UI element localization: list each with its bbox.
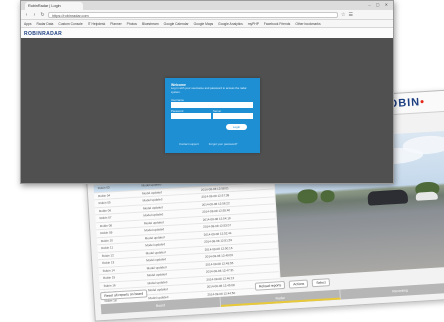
browser-tab[interactable]: RobinRadar | Login [25, 2, 83, 10]
row-time: 2014-09-08 12:57:38 [201, 193, 230, 200]
bookmark-item[interactable]: Facebook Friends [264, 22, 290, 26]
bookmarks-bar: Apps Radar Data Custom Console IT Helpdesk P… [21, 20, 393, 28]
forgot-password-link[interactable]: Forgot your password? [209, 142, 238, 146]
bookmark-item[interactable]: Other bookmarks [295, 22, 320, 26]
row-time: 2014-09-08 12:58:01 [200, 185, 229, 192]
star-icon[interactable]: ☆ [341, 12, 345, 18]
login-dialog: Welcome Log in with your username and pa… [165, 78, 260, 153]
select-button[interactable]: Select [312, 278, 330, 288]
bookmark-item[interactable]: Radar Data [37, 22, 54, 26]
row-time: 2014-09-08 12:51:29 [204, 238, 233, 245]
password-field[interactable] [171, 113, 211, 119]
bookmark-item[interactable]: Google Analytics [218, 22, 243, 26]
reset-all-button[interactable]: Reset all reports on board [100, 289, 148, 301]
browser-window: RobinRadar | Login – ▢ ✕ ‹ › ↻ https://r… [20, 0, 394, 184]
row-time: 2014-09-08 12:46:12 [206, 275, 235, 282]
row-time: 2014-09-08 12:48:55 [205, 260, 234, 267]
bookmark-item[interactable]: Photos [127, 22, 137, 26]
contact-support-link[interactable]: Contact support [179, 142, 199, 146]
forward-arrow-icon[interactable]: › [32, 12, 37, 18]
row-time: 2014-09-08 12:52:44 [203, 230, 232, 237]
row-time: 2014-09-08 12:56:22 [201, 200, 230, 207]
bookmark-item[interactable]: myPHP [248, 22, 259, 26]
browser-toolbar: ‹ › ↻ https://robinradar.com ☆ ☰ [21, 10, 393, 20]
bookmark-item[interactable]: Google Maps [194, 22, 214, 26]
bookmark-item[interactable]: Custom Console [58, 22, 82, 26]
row-time: 2014-09-08 12:53:07 [203, 223, 232, 230]
parked-car [367, 189, 409, 206]
site-logo: ROBINRADAR [24, 31, 63, 37]
menu-icon[interactable]: ☰ [348, 12, 352, 18]
username-field[interactable] [171, 102, 253, 108]
row-time: 2014-09-08 12:47:31 [205, 268, 234, 274]
browser-tabstrip: RobinRadar | Login – ▢ ✕ [21, 1, 393, 10]
row-time: 2014-09-08 12:49:03 [204, 253, 234, 260]
dialog-footer-links: Contact support Forgot your password? [179, 142, 237, 146]
login-button[interactable]: Login [226, 124, 247, 130]
dialog-message: Log in with your username and password t… [171, 86, 247, 94]
bookmark-item[interactable]: Planner [110, 22, 121, 26]
window-controls[interactable]: – ▢ ✕ [368, 2, 390, 7]
modal-overlay: Welcome Log in with your username and pa… [21, 38, 393, 183]
bookmark-item[interactable]: IT Helpdesk [88, 22, 106, 26]
address-bar[interactable]: https://robinradar.com [48, 11, 338, 18]
back-arrow-icon[interactable]: ‹ [24, 12, 29, 18]
row-time: 2014-09-08 12:55:40 [202, 208, 231, 215]
reload-icon[interactable]: ↻ [40, 12, 45, 18]
bookmark-item[interactable]: Google Calendar [164, 22, 189, 26]
actions-button[interactable]: Actions [288, 279, 309, 289]
row-time: 2014-09-08 12:50:16 [204, 245, 233, 252]
bookmark-item[interactable]: Bluestream [142, 22, 159, 26]
row-time: 2014-09-08 12:54:19 [202, 215, 231, 222]
server-field[interactable] [213, 113, 253, 119]
reload-reports-button[interactable]: Reload reports [254, 280, 286, 291]
bookmark-item[interactable]: Apps [24, 22, 32, 26]
